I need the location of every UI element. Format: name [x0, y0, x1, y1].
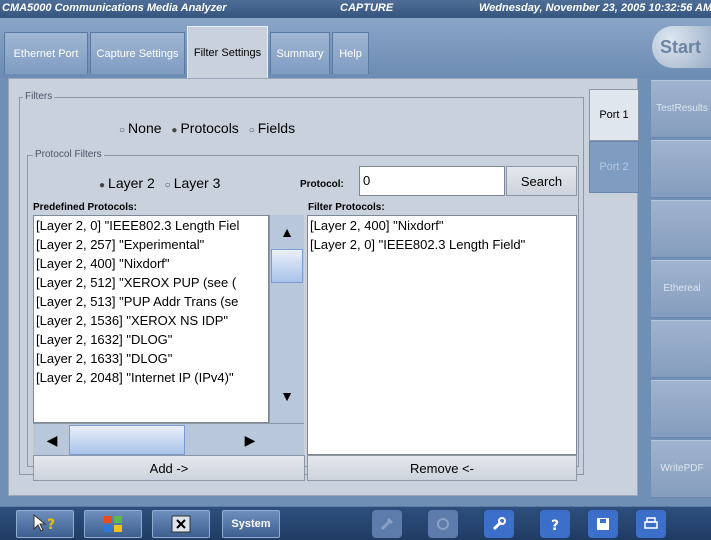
- radio-fields[interactable]: ○ Fields: [249, 120, 295, 136]
- protocol-label: Protocol:: [300, 179, 344, 190]
- ethereal-button[interactable]: Ethereal: [651, 260, 711, 318]
- filter-settings-panel: Filters ○ None ● Protocols ○ Fields Protoco…: [8, 78, 639, 496]
- protocol-filters-label: Protocol Filters: [33, 149, 104, 160]
- list-item[interactable]: [Layer 2, 0] "IEEE802.3 Length Field": [308, 235, 576, 254]
- list-item[interactable]: [Layer 2, 1632] "DLOG": [34, 330, 268, 349]
- question-icon[interactable]: ?: [540, 510, 570, 538]
- radio-layer-2[interactable]: ● Layer 2: [99, 175, 155, 191]
- test-results-button[interactable]: Test Results: [651, 80, 711, 138]
- list-item[interactable]: [Layer 2, 0] "IEEE802.3 Length Fiel: [34, 216, 268, 235]
- tab-help[interactable]: Help: [332, 32, 369, 74]
- taskbar: ? System ?: [0, 506, 711, 540]
- add-button[interactable]: Add ->: [33, 455, 305, 481]
- filter-protocols-label: Filter Protocols:: [308, 202, 385, 213]
- list-item[interactable]: [Layer 2, 513] "PUP Addr Trans (se: [34, 292, 268, 311]
- disabled-record-icon[interactable]: [428, 510, 458, 538]
- predefined-protocols-label: Predefined Protocols:: [33, 202, 137, 213]
- list-item[interactable]: [Layer 2, 257] "Experimental": [34, 235, 268, 254]
- radio-off-icon: ○: [248, 125, 255, 136]
- save-disk-icon[interactable]: [588, 510, 618, 538]
- predefined-vertical-scrollbar[interactable]: ▲ ▼: [269, 215, 304, 423]
- list-item[interactable]: [Layer 2, 400] "Nixdorf": [34, 254, 268, 273]
- right-button-2[interactable]: [651, 140, 711, 198]
- radio-on-icon: ●: [99, 180, 106, 191]
- wrench-icon[interactable]: [484, 510, 514, 538]
- system-button[interactable]: System: [222, 510, 280, 538]
- vertical-scroll-thumb[interactable]: [271, 249, 303, 283]
- svg-text:?: ?: [551, 518, 559, 532]
- tab-ethernet-port[interactable]: Ethernet Port: [4, 32, 88, 74]
- right-button-3[interactable]: [651, 200, 711, 258]
- radio-off-icon: ○: [164, 180, 171, 191]
- list-item[interactable]: [Layer 2, 400] "Nixdorf": [308, 216, 576, 235]
- protocol-input[interactable]: 0: [359, 166, 505, 196]
- search-button[interactable]: Search: [506, 166, 577, 196]
- radio-none[interactable]: ○ None: [119, 120, 162, 136]
- layer-radios: ● Layer 2 ○ Layer 3: [99, 175, 226, 191]
- radio-on-icon: ●: [171, 125, 178, 136]
- list-item[interactable]: [Layer 2, 2048] "Internet IP (IPv4)": [34, 368, 268, 387]
- list-item[interactable]: [Layer 2, 1633] "DLOG": [34, 349, 268, 368]
- predefined-protocols-list[interactable]: [Layer 2, 0] "IEEE802.3 Length Fiel [Lay…: [33, 215, 269, 423]
- tab-capture-settings[interactable]: Capture Settings: [90, 32, 185, 74]
- port-1-tab[interactable]: Port 1: [589, 89, 639, 141]
- close-window-icon[interactable]: [152, 510, 210, 538]
- radio-off-icon: ○: [119, 125, 126, 136]
- write-pdf-button[interactable]: Write PDF: [651, 440, 711, 498]
- start-button[interactable]: Start: [652, 26, 711, 68]
- filter-protocols-list[interactable]: [Layer 2, 400] "Nixdorf" [Layer 2, 0] "I…: [307, 215, 577, 455]
- right-button-5[interactable]: [651, 320, 711, 378]
- datetime: Wednesday, November 23, 2005 10:32:56 AM: [479, 2, 711, 14]
- disabled-tool-icon[interactable]: [372, 510, 402, 538]
- remove-button[interactable]: Remove <-: [307, 455, 577, 481]
- list-item[interactable]: [Layer 2, 1536] "XEROX NS IDP": [34, 311, 268, 330]
- print-icon[interactable]: [636, 510, 666, 538]
- tab-summary[interactable]: Summary: [270, 32, 330, 74]
- filters-group-label: Filters: [23, 91, 55, 102]
- tab-bar: Ethernet Port Capture Settings Filter Se…: [0, 18, 711, 78]
- port-2-tab[interactable]: Port 2: [589, 141, 639, 193]
- app-title: CMA5000 Communications Media Analyzer: [2, 2, 227, 14]
- filter-mode-radios: ○ None ● Protocols ○ Fields: [119, 120, 301, 136]
- horizontal-scroll-thumb[interactable]: [69, 425, 185, 455]
- windows-logo-icon[interactable]: [84, 510, 142, 538]
- scroll-left-icon[interactable]: ◀: [35, 425, 69, 455]
- predefined-horizontal-scrollbar[interactable]: ◀ ▶: [33, 423, 304, 455]
- mode-label: CAPTURE: [340, 2, 394, 14]
- svg-text:?: ?: [47, 517, 55, 533]
- tab-filter-settings[interactable]: Filter Settings: [187, 26, 268, 78]
- scroll-down-icon[interactable]: ▼: [270, 381, 304, 411]
- scroll-right-icon[interactable]: ▶: [233, 425, 267, 455]
- list-item[interactable]: [Layer 2, 512] "XEROX PUP (see (: [34, 273, 268, 292]
- title-bar: CMA5000 Communications Media Analyzer CA…: [0, 0, 711, 18]
- radio-protocols[interactable]: ● Protocols: [171, 120, 238, 136]
- help-pointer-icon[interactable]: ?: [16, 510, 74, 538]
- scroll-up-icon[interactable]: ▲: [270, 217, 304, 247]
- right-button-6[interactable]: [651, 380, 711, 438]
- radio-layer-3[interactable]: ○ Layer 3: [165, 175, 221, 191]
